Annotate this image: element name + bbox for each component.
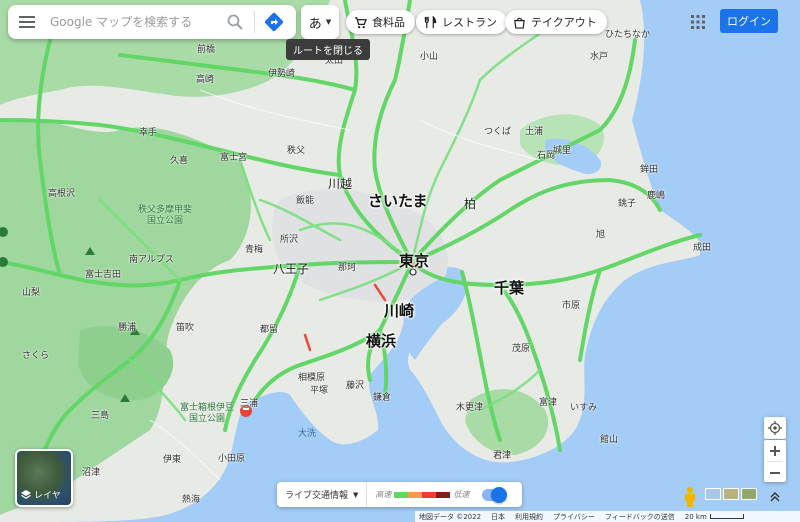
fork-knife-icon — [424, 15, 437, 28]
search-icon — [227, 14, 243, 30]
caret-down-icon: ▼ — [325, 18, 332, 26]
chip-label: テイクアウト — [531, 16, 597, 29]
input-mode-label: あ — [308, 16, 322, 32]
takeout-icon — [514, 17, 525, 29]
input-mode-button[interactable]: あ ▼ — [301, 5, 339, 39]
chip-takeout[interactable]: テイクアウト — [505, 10, 607, 34]
layers-label: レイヤ — [34, 491, 61, 501]
traffic-slow-label: 低速 — [453, 490, 470, 499]
search-box — [8, 5, 296, 39]
google-apps-button[interactable] — [687, 11, 709, 33]
chip-label: レストラン — [442, 16, 497, 29]
map-data-attribution: 地図データ ©2022 — [419, 512, 482, 521]
layers-icon — [21, 489, 31, 499]
menu-button[interactable] — [8, 5, 46, 39]
search-button[interactable] — [220, 5, 250, 39]
scale-line — [709, 514, 744, 519]
chip-label: 食料品 — [372, 16, 405, 29]
country-link[interactable]: 日本 — [491, 512, 505, 522]
scale-bar[interactable]: 20 km — [685, 513, 744, 521]
traffic-mode-label: ライブ交通情報 — [285, 491, 349, 501]
map-footer: 地図データ ©2022 日本 利用規約 プライバシー フィードバックの送信 20… — [415, 511, 800, 522]
traffic-toggle[interactable] — [482, 486, 508, 503]
zoom-in-button[interactable] — [764, 440, 786, 461]
minus-icon — [770, 471, 780, 474]
toggle-knob — [491, 486, 508, 503]
login-button[interactable]: ログイン — [720, 9, 778, 33]
chevron-up-double-icon — [770, 492, 780, 502]
layers-label-group: レイヤ — [21, 488, 61, 501]
street-view-pegman[interactable] — [683, 486, 697, 508]
scale-label: 20 km — [684, 512, 707, 521]
search-divider — [254, 11, 255, 33]
map-graphic — [0, 0, 800, 522]
search-input[interactable] — [50, 15, 220, 29]
thumb-photo — [705, 488, 721, 500]
chip-restaurants[interactable]: レストラン — [416, 10, 507, 34]
cart-icon — [354, 16, 367, 28]
thumb-satellite — [741, 488, 757, 500]
pegman-icon — [685, 486, 695, 507]
crosshair-icon — [768, 421, 782, 435]
chip-groceries[interactable]: 食料品 — [346, 10, 415, 34]
feedback-link[interactable]: フィードバックの送信 — [605, 512, 675, 522]
directions-icon — [264, 12, 284, 32]
traffic-mode-select[interactable]: ライブ交通情報 ▼ — [277, 482, 368, 507]
thumb-terrain — [723, 488, 739, 500]
zoom-out-button[interactable] — [764, 462, 786, 483]
traffic-color-very-slow — [436, 491, 451, 498]
layers-button[interactable]: レイヤ — [15, 449, 73, 507]
plus-icon — [770, 445, 780, 456]
apps-grid-icon — [691, 15, 705, 29]
directions-button[interactable] — [259, 5, 289, 39]
my-location-button[interactable] — [764, 417, 786, 439]
privacy-link[interactable]: プライバシー — [553, 512, 595, 522]
traffic-panel: ライブ交通情報 ▼ 高速 低速 — [277, 482, 522, 507]
traffic-color-fast — [394, 491, 409, 498]
traffic-legend — [394, 491, 451, 498]
caret-down-icon: ▼ — [353, 490, 359, 499]
terms-link[interactable]: 利用規約 — [515, 512, 543, 522]
map-canvas[interactable]: 東京 千葉 川崎 横浜 さいたま 川越 八王子 柏 秩父多摩甲斐 国立公園 富士… — [0, 0, 800, 522]
close-route-tooltip: ルートを閉じる — [286, 39, 370, 60]
traffic-fast-label: 高速 — [375, 490, 392, 499]
traffic-color-slow — [422, 491, 437, 498]
imagery-thumbnails[interactable] — [705, 488, 759, 500]
zoom-control — [764, 440, 786, 482]
traffic-color-medium — [408, 491, 423, 498]
expand-imagery-button[interactable] — [764, 486, 786, 508]
hamburger-icon — [19, 16, 35, 28]
